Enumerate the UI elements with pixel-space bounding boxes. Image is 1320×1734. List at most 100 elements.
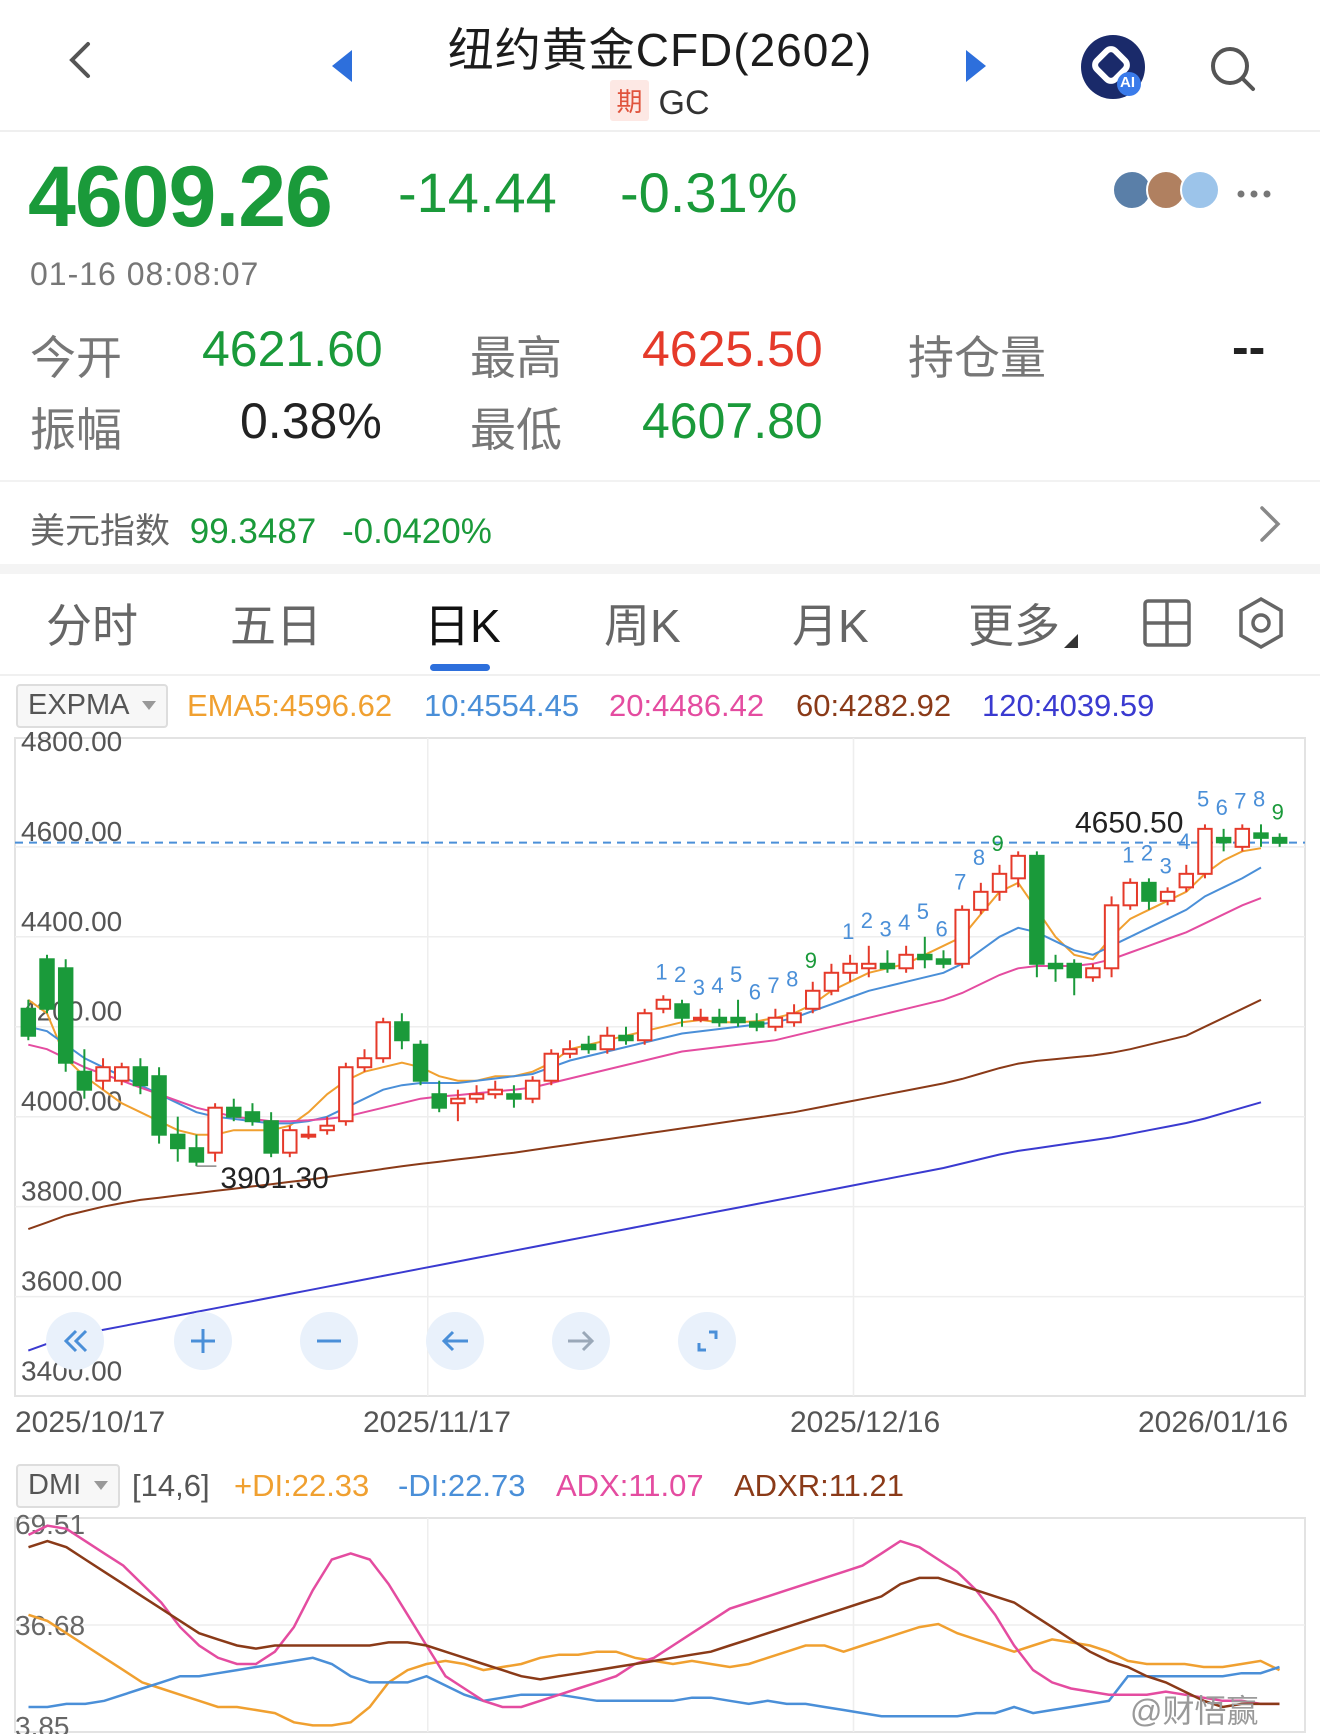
layout-grid-icon[interactable] xyxy=(1142,598,1192,648)
candle xyxy=(730,1016,746,1024)
sub-indicator-selector[interactable]: DMI xyxy=(16,1464,120,1508)
more-icon[interactable] xyxy=(1236,186,1272,198)
candle xyxy=(823,971,840,992)
candle xyxy=(506,1093,522,1100)
tab-daily-k[interactable]: 日K xyxy=(424,590,501,656)
open-interest-label: 持仓量 xyxy=(908,332,1046,384)
candle xyxy=(20,1007,37,1037)
chevron-right-icon[interactable] xyxy=(1258,504,1282,544)
open-interest-value: -- xyxy=(1232,319,1266,375)
next-contract-icon[interactable] xyxy=(964,48,988,84)
candle xyxy=(188,1147,205,1163)
open-label: 今开 xyxy=(30,332,122,384)
candle xyxy=(375,1021,391,1060)
candle xyxy=(973,890,989,911)
ema10-legend: 10:4554.45 xyxy=(424,688,580,723)
candle xyxy=(76,1070,93,1091)
candle xyxy=(692,1016,709,1021)
candle xyxy=(1010,854,1026,880)
x-tick-label: 2026/01/16 xyxy=(1138,1406,1289,1439)
dmi-chart[interactable]: 69.5136.683.85 xyxy=(0,1514,1320,1734)
ema20-legend: 20:4486.42 xyxy=(609,688,765,723)
candle xyxy=(543,1052,560,1082)
td-count-label: 8 xyxy=(1253,786,1265,811)
ema120-legend: 120:4039.59 xyxy=(982,688,1155,723)
fullscreen-button[interactable] xyxy=(678,1312,736,1370)
ema-line xyxy=(28,866,1262,1125)
search-icon[interactable] xyxy=(1208,44,1258,94)
candle xyxy=(1253,832,1269,839)
min-price-label: 3901.30 xyxy=(220,1162,328,1195)
td-count-label: 9 xyxy=(992,831,1004,856)
ai-label: AI xyxy=(1120,74,1135,91)
dropdown-corner-icon xyxy=(1064,634,1078,648)
candle xyxy=(1141,881,1157,902)
candle xyxy=(935,958,952,965)
candle xyxy=(879,962,896,970)
zoom-out-button[interactable] xyxy=(300,1312,358,1370)
candle xyxy=(636,1012,653,1042)
candle xyxy=(1047,962,1064,970)
max-price-label: 4650.50 xyxy=(1075,806,1183,839)
candle xyxy=(748,1021,765,1028)
candle xyxy=(431,1093,447,1109)
candle xyxy=(524,1079,541,1100)
amplitude-value: 0.38% xyxy=(240,393,382,449)
td-count-label: 7 xyxy=(1234,788,1246,813)
zoom-in-button[interactable] xyxy=(174,1312,232,1370)
quote-time: 01-16 08:08:07 xyxy=(30,256,260,292)
low-label: 最低 xyxy=(470,404,562,456)
rewind-button[interactable] xyxy=(46,1312,104,1370)
candle xyxy=(917,953,933,961)
candle xyxy=(394,1021,410,1042)
candle xyxy=(1066,962,1082,979)
td-count-label: 4 xyxy=(898,910,910,935)
tab-five-day[interactable]: 五日 xyxy=(230,590,322,656)
td-count-label: 2 xyxy=(1141,840,1153,865)
td-count-label: 1 xyxy=(842,919,854,944)
candle xyxy=(300,1133,317,1138)
candle xyxy=(655,998,672,1010)
section-divider xyxy=(0,480,1320,482)
usd-index-row[interactable]: 美元指数 99.3487 -0.0420% xyxy=(30,503,1320,554)
tab-more[interactable]: 更多 xyxy=(968,590,1060,656)
candle xyxy=(356,1057,373,1069)
usd-index-change: -0.0420% xyxy=(342,512,492,551)
ai-assistant-icon[interactable]: AI xyxy=(1080,34,1146,100)
td-count-label: 9 xyxy=(805,948,817,973)
candle xyxy=(487,1088,503,1096)
td-count-label: 6 xyxy=(935,916,947,941)
candle xyxy=(113,1066,130,1082)
td-count-label: 6 xyxy=(749,979,761,1004)
candle xyxy=(450,1097,466,1105)
candle xyxy=(95,1066,111,1082)
candle xyxy=(57,967,74,1064)
candle xyxy=(786,1012,802,1024)
candle xyxy=(1103,904,1120,970)
candle xyxy=(132,1066,149,1087)
td-count-label: 7 xyxy=(767,973,779,998)
dmi-line xyxy=(28,1613,1281,1727)
tab-weekly-k[interactable]: 周K xyxy=(604,590,681,656)
candle xyxy=(468,1093,485,1100)
pan-right-button[interactable] xyxy=(552,1312,610,1370)
candle xyxy=(618,1034,634,1042)
candle xyxy=(338,1066,354,1123)
td-count-label: 1 xyxy=(655,959,667,984)
pan-left-button[interactable] xyxy=(426,1312,484,1370)
indicator-selector[interactable]: EXPMA xyxy=(16,684,168,728)
candle xyxy=(674,1003,690,1019)
dmi-line xyxy=(27,1524,1280,1709)
candle xyxy=(319,1124,335,1132)
section-divider xyxy=(0,564,1320,574)
tab-monthly-k[interactable]: 月K xyxy=(792,590,869,656)
symbol-code: GC xyxy=(658,84,710,122)
price-change: -14.44 xyxy=(398,161,557,224)
futures-badge: 期 xyxy=(610,80,649,121)
candle xyxy=(39,958,55,1010)
settings-icon[interactable] xyxy=(1236,596,1286,650)
kline-chart[interactable]: 4800.004600.004400.004200.004000.003800.… xyxy=(0,730,1320,1400)
follower-avatars[interactable] xyxy=(1112,170,1222,210)
tab-intraday[interactable]: 分时 xyxy=(46,590,138,656)
td-count-label: 8 xyxy=(973,845,985,870)
